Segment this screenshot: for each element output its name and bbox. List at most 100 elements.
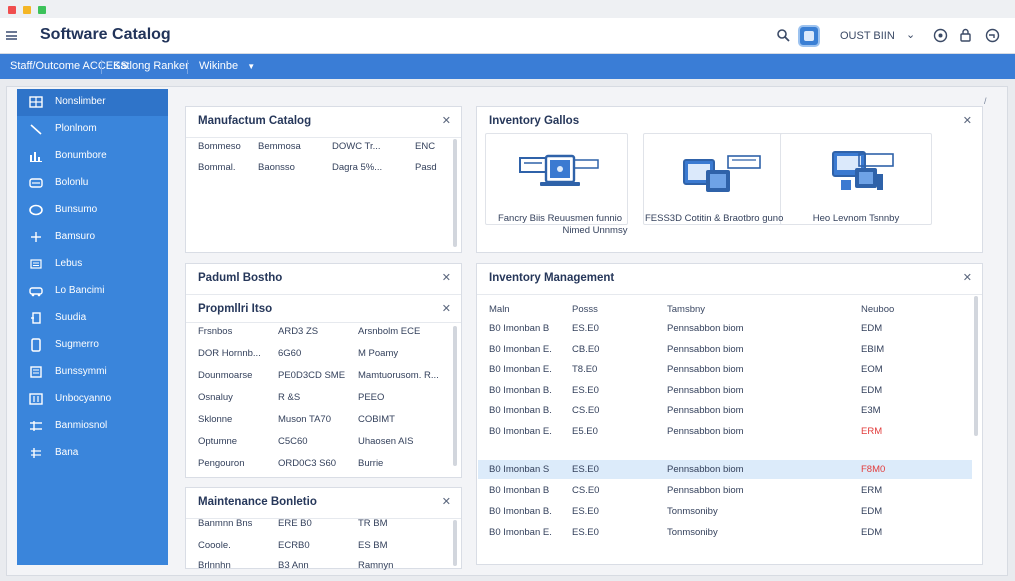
table-cell: EDM <box>861 527 883 538</box>
resize-handle-icon[interactable]: / <box>984 96 987 106</box>
sidebar-item-unbocyanno[interactable]: Unbocyanno <box>17 386 168 413</box>
lock-icon[interactable] <box>958 28 973 43</box>
table-cell: Bommeso <box>198 141 241 152</box>
sidebar-item-banmiosnol[interactable]: Banmiosnol <box>17 413 168 440</box>
user-badge-icon[interactable] <box>798 25 820 47</box>
close-icon[interactable]: ✕ <box>963 114 972 127</box>
column-header[interactable]: Tamsbny <box>667 304 705 315</box>
app-titlebar: Software Catalog OUST BIIN ⌄ <box>0 18 1015 54</box>
menu-item-label: Wikinbe <box>199 60 239 72</box>
help-icon[interactable] <box>933 28 948 43</box>
gallery-tile[interactable] <box>643 133 786 225</box>
table-cell: EOM <box>861 364 883 375</box>
table-cell: B3 Ann <box>278 560 309 571</box>
device-icon <box>31 338 41 352</box>
sidebar-item-label: Banmiosnol <box>55 420 108 431</box>
maximize-window-button[interactable] <box>38 6 46 14</box>
chart-icon <box>30 152 42 162</box>
table-cell: Arsnbolm ECE <box>358 326 421 337</box>
globe-icon[interactable] <box>985 28 1000 43</box>
sidebar-item-label: Plonlnom <box>55 123 97 134</box>
table-cell: EDM <box>861 323 883 334</box>
table-cell: T8.E0 <box>572 364 598 375</box>
gallery-tile[interactable] <box>780 133 932 225</box>
minimize-window-button[interactable] <box>23 6 31 14</box>
close-icon[interactable]: ✕ <box>963 271 972 284</box>
gallery-tile[interactable] <box>485 133 628 225</box>
card-icon <box>29 178 43 188</box>
tile-caption: Heo Levnom Tsnnby <box>812 213 900 224</box>
table-cell: Frsnbos <box>198 326 233 337</box>
close-icon[interactable]: ✕ <box>442 114 451 127</box>
scrollbar[interactable] <box>453 326 457 466</box>
table-cell: E3M <box>861 405 881 416</box>
sidebar-item-label: Bolonlu <box>55 177 89 188</box>
devices-icon <box>832 151 894 190</box>
table-cell: ES.E0 <box>572 385 599 396</box>
close-window-button[interactable] <box>8 6 16 14</box>
table-cell: B0 Imonban B. <box>489 506 552 517</box>
document-icon <box>30 366 42 378</box>
sidebar-item-label: Lo Bancimi <box>55 285 105 296</box>
table-cell: Pennsabbon biom <box>667 364 744 375</box>
sidebar-item-bunssymmi[interactable]: Bunssymmi <box>17 359 168 386</box>
table-icon <box>29 393 43 405</box>
user-name[interactable]: OUST BIIN <box>840 30 895 42</box>
sidebar-item-plonlnom[interactable]: Plonlnom <box>17 116 168 143</box>
tree-icon <box>31 448 41 458</box>
table-cell: ES BM <box>358 540 388 551</box>
menu-icon[interactable] <box>6 31 17 40</box>
close-icon[interactable]: ✕ <box>442 495 451 508</box>
sidebar-item-bolonlu[interactable]: Bolonlu <box>17 170 168 197</box>
sidebar-item-sugmerro[interactable]: Sugmerro <box>17 332 168 359</box>
table-cell: B0 Imonban E. <box>489 527 552 538</box>
tile-caption: Nimed Unnmsy <box>562 225 628 236</box>
sidebar-item-label: Bonumbore <box>55 150 107 161</box>
table-cell: Mamtuorusom. R... <box>358 370 439 381</box>
table-cell: Pennsabbon biom <box>667 426 744 437</box>
table-cell: Pennsabbon biom <box>667 344 744 355</box>
scrollbar[interactable] <box>453 520 457 566</box>
menu-item-ranker[interactable]: Katlong Ranker <box>113 60 189 72</box>
column-header[interactable]: Posss <box>572 304 598 315</box>
sidebar-item-bonumbore[interactable]: Bonumbore <box>17 143 168 170</box>
key-icon <box>31 312 41 324</box>
table-cell: ERE B0 <box>278 518 312 529</box>
menu-separator <box>187 60 188 74</box>
sidebar-item-bunsumo[interactable]: Bunsumo <box>17 197 168 224</box>
sidebar-item-lo-bancimi[interactable]: Lo Bancimi <box>17 278 168 305</box>
menu-item-access[interactable]: Staff/Outcome ACCESS <box>10 60 128 72</box>
search-icon[interactable] <box>776 28 790 42</box>
menu-item-dropdown[interactable]: Wikinbe ▼ <box>199 60 255 72</box>
column-header[interactable]: Maln <box>489 304 510 315</box>
chevron-down-icon[interactable]: ⌄ <box>906 28 915 41</box>
sidebar-item-label: Bunsumo <box>55 204 98 215</box>
table-cell: ERM <box>861 485 883 496</box>
table-cell: Cooole. <box>198 540 231 551</box>
sidebar-item-suudia[interactable]: Suudia <box>17 305 168 332</box>
sidebar-item-nonslimber[interactable]: Nonslimber <box>17 89 168 116</box>
table-cell: Pennsabbon biom <box>667 405 744 416</box>
table-cell: DOWC Tr... <box>332 141 381 152</box>
table-cell: Burrie <box>358 458 384 469</box>
table-cell: B0 Imonban B <box>489 323 550 334</box>
scrollbar[interactable] <box>974 296 978 436</box>
divider <box>186 322 461 323</box>
table-cell: Sklonne <box>198 414 233 425</box>
table-cell: Tonmsoniby <box>667 527 718 538</box>
close-icon[interactable]: ✕ <box>442 271 451 284</box>
sidebar-item-bana[interactable]: Bana <box>17 440 168 467</box>
car-icon <box>29 287 43 297</box>
menu-separator <box>101 60 102 74</box>
sidebar-item-label: Bunssymmi <box>55 366 107 377</box>
table-cell: Pengouron <box>198 458 245 469</box>
close-icon[interactable]: ✕ <box>442 302 451 315</box>
divider <box>477 294 982 295</box>
table-cell: DOR Hornnb... <box>198 348 261 359</box>
sidebar-item-lebus[interactable]: Lebus <box>17 251 168 278</box>
scrollbar[interactable] <box>453 139 457 247</box>
column-header[interactable]: Neuboo <box>861 304 894 315</box>
sidebar-item-label: Bamsuro <box>55 231 96 242</box>
sidebar-item-bamsuro[interactable]: Bamsuro <box>17 224 168 251</box>
table-cell: EDM <box>861 385 883 396</box>
